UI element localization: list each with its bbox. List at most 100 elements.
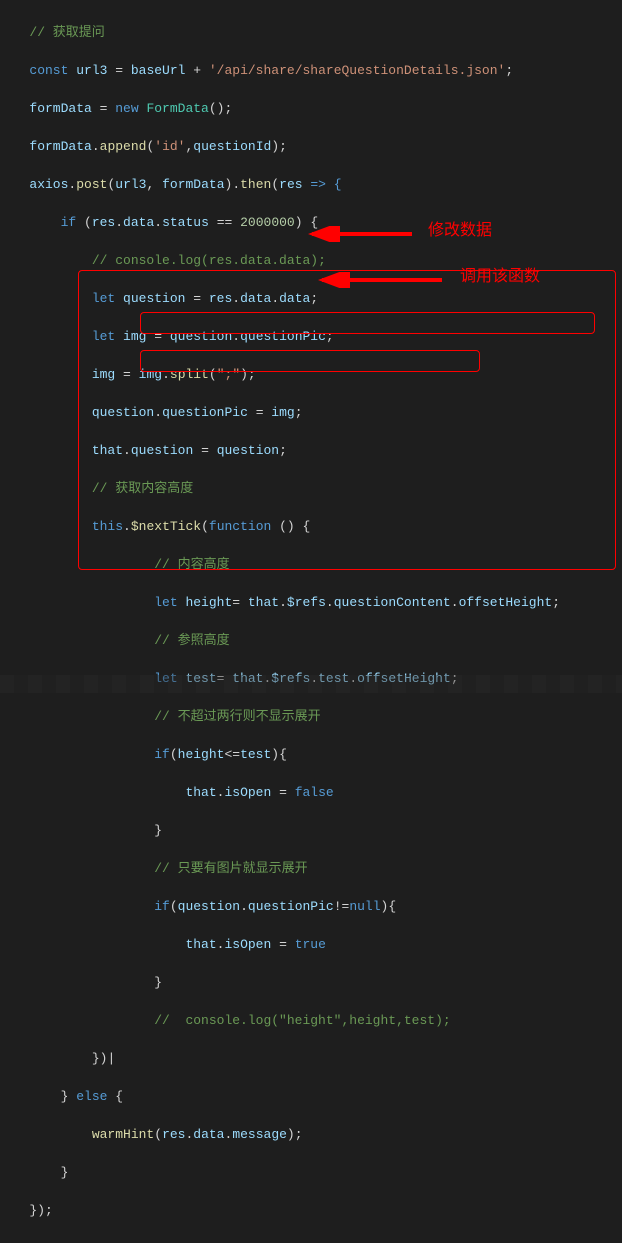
- code-line: // 只要有图片就显示展开: [6, 859, 616, 878]
- tok: .: [217, 937, 225, 952]
- tok: img: [92, 367, 123, 382]
- comment: // 内容高度: [154, 557, 229, 572]
- tok: .: [279, 595, 287, 610]
- tok: data: [279, 291, 310, 306]
- tok: ).: [225, 177, 241, 192]
- code-line: formData = new FormData();: [6, 99, 616, 118]
- tok: =: [271, 785, 294, 800]
- tok: ){: [381, 899, 397, 914]
- tok: .: [123, 443, 131, 458]
- code-line: }: [6, 1163, 616, 1182]
- tok: ;: [326, 329, 334, 344]
- tok: .: [162, 367, 170, 382]
- tok: false: [295, 785, 334, 800]
- tok: this: [92, 519, 123, 534]
- tok: questionPic: [240, 329, 326, 344]
- tok: ;: [552, 595, 560, 610]
- tok: that: [248, 595, 279, 610]
- tok: <=: [224, 747, 240, 762]
- tok: const: [29, 63, 68, 78]
- code-line: const url3 = baseUrl + '/api/share/share…: [6, 61, 616, 80]
- tok: true: [295, 937, 326, 952]
- code-line: axios.post(url3, formData).then(res => {: [6, 175, 616, 194]
- code-line: that.isOpen = false: [6, 783, 616, 802]
- tok: questionPic: [162, 405, 248, 420]
- tok: url3: [68, 63, 115, 78]
- tok: question: [178, 899, 240, 914]
- tok: (: [271, 177, 279, 192]
- tok: isOpen: [224, 937, 271, 952]
- tok: question: [217, 443, 279, 458]
- tok: }: [154, 823, 162, 838]
- code-line: })|: [6, 1049, 616, 1068]
- tok: ;: [279, 443, 287, 458]
- tok: formData: [162, 177, 224, 192]
- tok: $nextTick: [131, 519, 201, 534]
- tok: append: [100, 139, 147, 154]
- tok: .: [271, 291, 279, 306]
- code-line: if(question.questionPic!=null){: [6, 897, 616, 916]
- code-line: formData.append('id',questionId);: [6, 137, 616, 156]
- tok: ;: [310, 291, 318, 306]
- tok: =: [115, 63, 123, 78]
- code-line: // console.log("height",height,test);: [6, 1011, 616, 1030]
- tok: .: [154, 405, 162, 420]
- tok: }): [92, 1051, 108, 1066]
- tok: ";": [217, 367, 240, 382]
- tok: =: [248, 405, 271, 420]
- tok: formData: [29, 139, 91, 154]
- tok: img: [115, 329, 154, 344]
- code-line: });: [6, 1201, 616, 1220]
- tok: baseUrl: [123, 63, 193, 78]
- tok: (: [209, 367, 217, 382]
- code-line: that.isOpen = true: [6, 935, 616, 954]
- code-line: }: [6, 821, 616, 840]
- code-line: // 获取提问: [6, 23, 616, 42]
- code-line: if(height<=test){: [6, 745, 616, 764]
- code-line: // 参照高度: [6, 631, 616, 650]
- tok: $refs: [287, 595, 326, 610]
- tok: .: [326, 595, 334, 610]
- code-line: }: [6, 973, 616, 992]
- tok: if: [154, 899, 170, 914]
- tok: data: [193, 1127, 224, 1142]
- tok: else: [76, 1089, 107, 1104]
- tok: .: [225, 1127, 233, 1142]
- tok: .: [115, 215, 123, 230]
- tok: res: [92, 215, 115, 230]
- code-line: that.question = question;: [6, 441, 616, 460]
- code-line: } else {: [6, 1087, 616, 1106]
- tok: => {: [303, 177, 342, 192]
- tok: img: [271, 405, 294, 420]
- tok: test: [240, 747, 271, 762]
- tok: img: [131, 367, 162, 382]
- tok: (: [76, 215, 92, 230]
- tok: });: [29, 1203, 52, 1218]
- tok: question: [162, 329, 232, 344]
- tok: .: [154, 215, 162, 230]
- tok: ) {: [295, 215, 318, 230]
- tok: questionContent: [334, 595, 451, 610]
- tok: res: [201, 291, 232, 306]
- tok: () {: [271, 519, 310, 534]
- tok: 'id': [154, 139, 185, 154]
- tok: .: [123, 519, 131, 534]
- tok: isOpen: [224, 785, 271, 800]
- tok: =: [232, 595, 248, 610]
- tok: warmHint: [92, 1127, 154, 1142]
- bottom-blur-strip: [0, 675, 622, 693]
- tok: split: [170, 367, 209, 382]
- tok: ();: [209, 101, 232, 116]
- tok: height: [178, 595, 233, 610]
- tok: data: [123, 215, 154, 230]
- tok: .: [240, 899, 248, 914]
- code-line: // console.log(res.data.data);: [6, 251, 616, 270]
- tok: ,: [146, 177, 162, 192]
- tok: ;: [295, 405, 303, 420]
- tok: (: [170, 747, 178, 762]
- tok: }: [61, 1165, 69, 1180]
- tok: !=: [334, 899, 350, 914]
- code-line: question.questionPic = img;: [6, 403, 616, 422]
- tok: '/api/share/shareQuestionDetails.json': [201, 63, 505, 78]
- tok: that: [185, 937, 216, 952]
